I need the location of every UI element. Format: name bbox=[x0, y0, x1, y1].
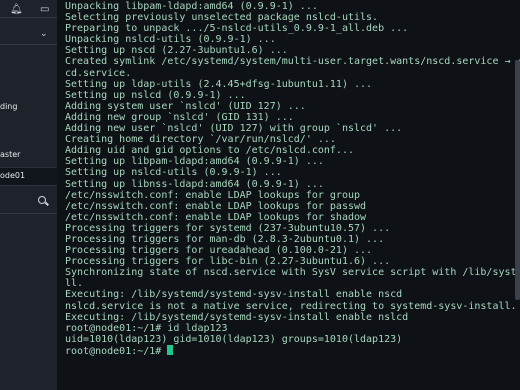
terminal-line: Executing: /lib/systemd/systemd-sysv-ins… bbox=[65, 289, 403, 301]
terminal-line: Unpacking libpam-ldapd:amd64 (0.9.9-1) .… bbox=[65, 1, 318, 12]
sidebar: 🔔︎ ▭ ⌄ ding aster ode01 bbox=[0, 0, 57, 390]
terminal-line: ll. bbox=[65, 278, 84, 290]
terminal-line: /etc/nsswitch.conf: enable LDAP lookups … bbox=[65, 200, 367, 212]
terminal-line: Executing: /lib/systemd/systemd-sysv-ins… bbox=[65, 311, 409, 323]
terminal-line: Synchronizing state of nscd.service with… bbox=[65, 267, 520, 279]
terminal-scrollbar[interactable] bbox=[515, 60, 520, 300]
sidebar-item-label[interactable]: aster bbox=[0, 150, 20, 159]
terminal-cursor bbox=[167, 344, 174, 355]
sidebar-item-active[interactable]: ode01 bbox=[0, 167, 57, 186]
terminal-line: Unpacking nslcd-utils (0.9.9-1) ... bbox=[65, 34, 276, 46]
terminal-line: uid=1010(ldap123) gid=1010(ldap123) grou… bbox=[65, 333, 403, 345]
terminal-line: Setting up nslcd (0.9.9-1) ... bbox=[65, 89, 246, 101]
chevron-down-icon[interactable]: ⌄ bbox=[40, 29, 48, 39]
terminal-line: root@node01:~/1# id ldap123 bbox=[65, 322, 228, 334]
terminal-line: Adding new group `nslcd' (GID 131) ... bbox=[65, 111, 294, 123]
sidebar-divider bbox=[0, 213, 57, 214]
terminal-line: Processing triggers for systemd (237-3ub… bbox=[65, 222, 391, 234]
sidebar-item-label: ode01 bbox=[0, 171, 26, 180]
message-icon[interactable]: ▭ bbox=[40, 4, 49, 16]
sidebar-divider bbox=[0, 44, 57, 45]
terminal-line: Setting up ldap-utils (2.4.45+dfsg-1ubun… bbox=[65, 78, 373, 90]
terminal-prompt-line[interactable]: root@node01:~/1# bbox=[65, 344, 520, 357]
terminal-line: Preparing to unpack .../5-nslcd-utils_0.… bbox=[65, 23, 409, 35]
terminal-line: Setting up nscd (2.27-3ubuntu1.6) ... bbox=[65, 45, 288, 57]
terminal-line: Setting up libnss-ldapd:amd64 (0.9.9-1) … bbox=[65, 178, 324, 190]
terminal-line: Processing triggers for libc-bin (2.27-3… bbox=[65, 256, 391, 268]
terminal-line: cd.service. bbox=[65, 67, 132, 79]
terminal-line: Selecting previously unselected package … bbox=[65, 12, 379, 24]
terminal-line: /etc/nsswitch.conf: enable LDAP lookups … bbox=[65, 211, 367, 223]
terminal-line: Adding system user `nslcd' (UID 127) ... bbox=[65, 100, 306, 112]
terminal-prompt: root@node01:~/1# bbox=[65, 345, 168, 357]
terminal-line: Adding uid and gid options to /etc/nslcd… bbox=[65, 145, 354, 157]
sidebar-item-label[interactable]: ding bbox=[0, 102, 17, 111]
terminal-line: Setting up libpam-ldapd:amd64 (0.9.9-1) … bbox=[65, 156, 324, 168]
terminal-lines: Unpacking libpam-ldapd:amd64 (0.9.9-1) .… bbox=[65, 1, 520, 357]
terminal-line: Created symlink /etc/systemd/system/mult… bbox=[65, 56, 520, 68]
terminal-line: Setting up nslcd-utils (0.9.9-1) ... bbox=[65, 167, 282, 179]
terminal-line: /etc/nsswitch.conf: enable LDAP lookups … bbox=[65, 189, 361, 201]
search-icon[interactable] bbox=[38, 196, 48, 206]
terminal-line: Creating home directory `/var/run/nslcd/… bbox=[65, 134, 336, 146]
terminal-line: Adding new user `nslcd' (UID 127) with g… bbox=[65, 123, 403, 135]
terminal-output[interactable]: Unpacking libpam-ldapd:amd64 (0.9.9-1) .… bbox=[57, 0, 520, 390]
terminal-line: nslcd.service is not a native service, r… bbox=[65, 300, 517, 312]
terminal-line: Processing triggers for man-db (2.8.3-2u… bbox=[65, 233, 385, 245]
bell-icon[interactable]: 🔔︎ bbox=[10, 4, 23, 16]
sidebar-top-icons: 🔔︎ ▭ bbox=[0, 4, 57, 16]
terminal-line: Processing triggers for ureadahead (0.10… bbox=[65, 245, 373, 257]
sidebar-divider bbox=[0, 17, 57, 18]
